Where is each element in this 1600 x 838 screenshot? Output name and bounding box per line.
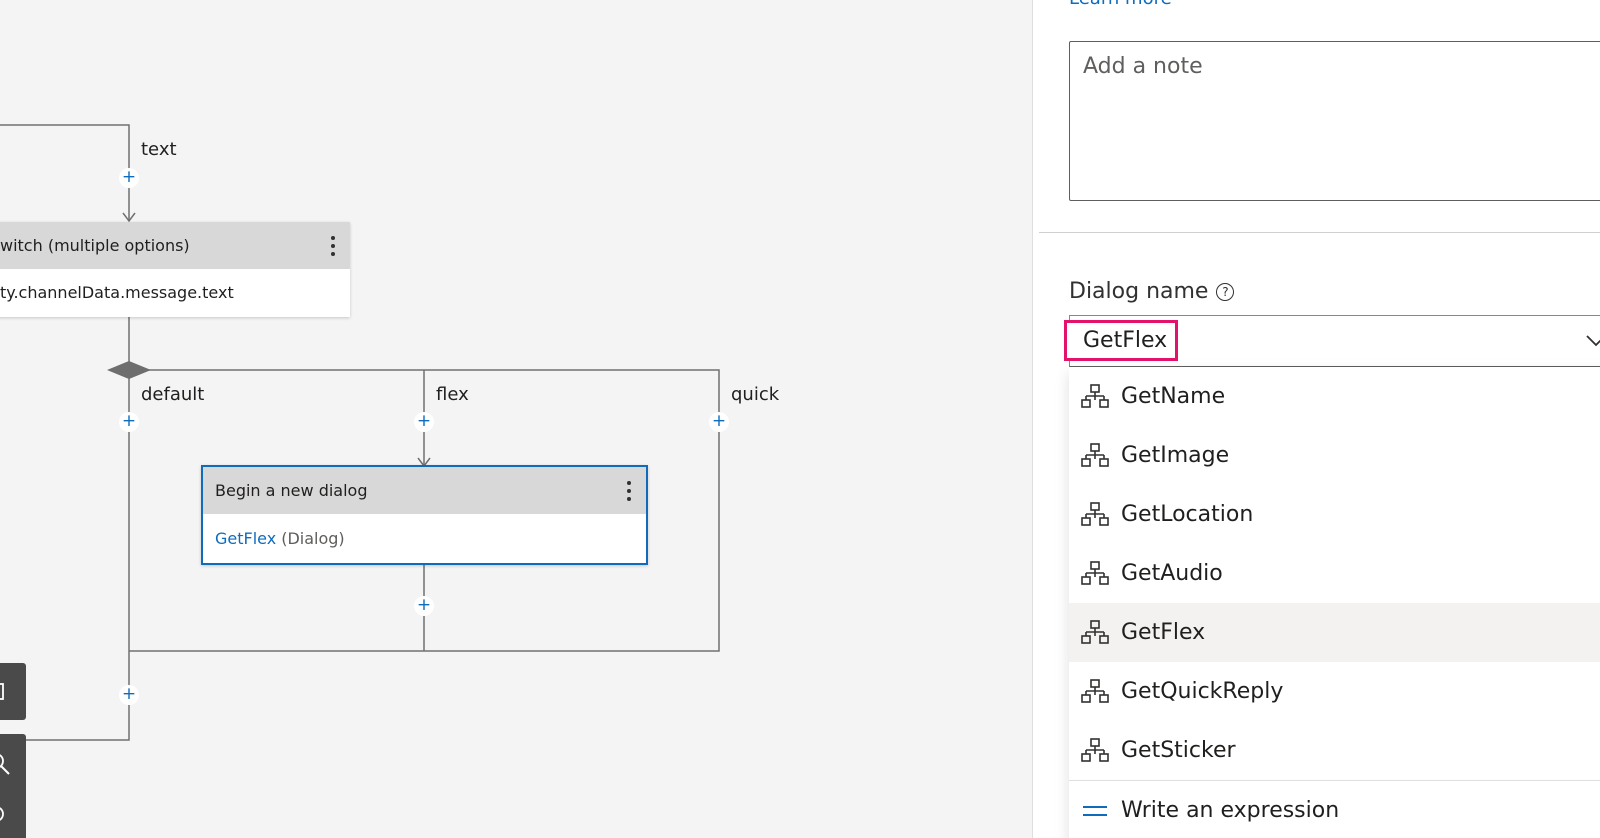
option-label: GetImage [1121,443,1230,468]
begin-dialog-node[interactable]: Begin a new dialog GetFlex (Dialog) [201,465,648,565]
option-getname[interactable]: GetName [1069,367,1600,426]
dialog-tree-icon [1081,737,1109,762]
add-step-button[interactable]: + [119,685,139,705]
dialog-name-input[interactable]: GetFlex [1064,320,1178,361]
option-label: GetLocation [1121,502,1254,527]
chevron-down-icon[interactable] [1584,332,1600,348]
begin-dialog-title: Begin a new dialog [215,481,368,500]
switch-node-title: witch (multiple options) [0,236,190,255]
option-getlocation[interactable]: GetLocation [1069,485,1600,544]
dialog-options-dropdown: GetName GetImage GetLocation GetAudio Ge… [1069,367,1600,838]
option-getquickreply[interactable]: GetQuickReply [1069,662,1600,721]
dialog-name-label-text: Dialog name [1069,279,1209,304]
option-getsticker[interactable]: GetSticker [1069,721,1600,780]
flow-connectors [0,124,720,741]
option-label: GetName [1121,384,1226,409]
divider [1039,232,1600,233]
add-step-button[interactable]: + [119,168,139,188]
begin-dialog-more-icon[interactable] [626,479,632,503]
switch-node-more-icon[interactable] [330,234,336,258]
expression-icon [1083,805,1107,816]
zoom-in-icon [0,754,10,821]
write-expression-label: Write an expression [1121,798,1340,823]
dialog-tree-icon [1081,442,1109,467]
add-step-button[interactable]: + [414,412,434,432]
option-label: GetQuickReply [1121,679,1284,704]
option-label: GetFlex [1121,620,1206,645]
option-label: GetSticker [1121,738,1236,763]
dialog-canvas[interactable]: text default flex quick + + + + + + witc… [0,0,1032,838]
option-getflex[interactable]: GetFlex [1069,603,1600,662]
fit-view-button[interactable] [0,663,26,720]
option-getimage[interactable]: GetImage [1069,426,1600,485]
add-step-button[interactable]: + [119,412,139,432]
branch-label-default: default [141,384,205,405]
branch-diamond [107,361,151,379]
note-placeholder: Add a note [1083,54,1203,79]
dialog-tree-icon [1081,619,1109,644]
note-textarea[interactable]: Add a note [1069,41,1600,201]
dialog-suffix: (Dialog) [281,529,345,548]
properties-panel: Learn more Add a note Dialog name ? GetF… [1032,0,1600,838]
zoom-controls[interactable] [0,734,26,838]
dialog-name-combobox[interactable]: GetFlex [1064,315,1600,367]
branch-label-flex: flex [436,384,469,405]
dialog-tree-icon [1081,383,1109,408]
add-step-button[interactable]: + [709,412,729,432]
branch-label-quick: quick [731,384,780,405]
switch-node[interactable]: witch (multiple options) ty.channelData.… [0,222,350,317]
branch-label-text: text [141,139,177,160]
option-label: GetAudio [1121,561,1223,586]
dialog-tree-icon [1081,560,1109,585]
dialog-tree-icon [1081,678,1109,703]
learn-more-link[interactable]: Learn more [1069,0,1172,9]
option-getaudio[interactable]: GetAudio [1069,544,1600,603]
dialog-name-label: Dialog name ? [1069,279,1235,304]
add-step-button[interactable]: + [414,596,434,616]
switch-node-condition: ty.channelData.message.text [0,283,234,302]
dialog-tree-icon [1081,501,1109,526]
dialog-link[interactable]: GetFlex [215,529,276,548]
fit-icon [0,683,4,700]
help-icon[interactable]: ? [1216,282,1235,301]
write-expression-option[interactable]: Write an expression [1069,781,1600,838]
